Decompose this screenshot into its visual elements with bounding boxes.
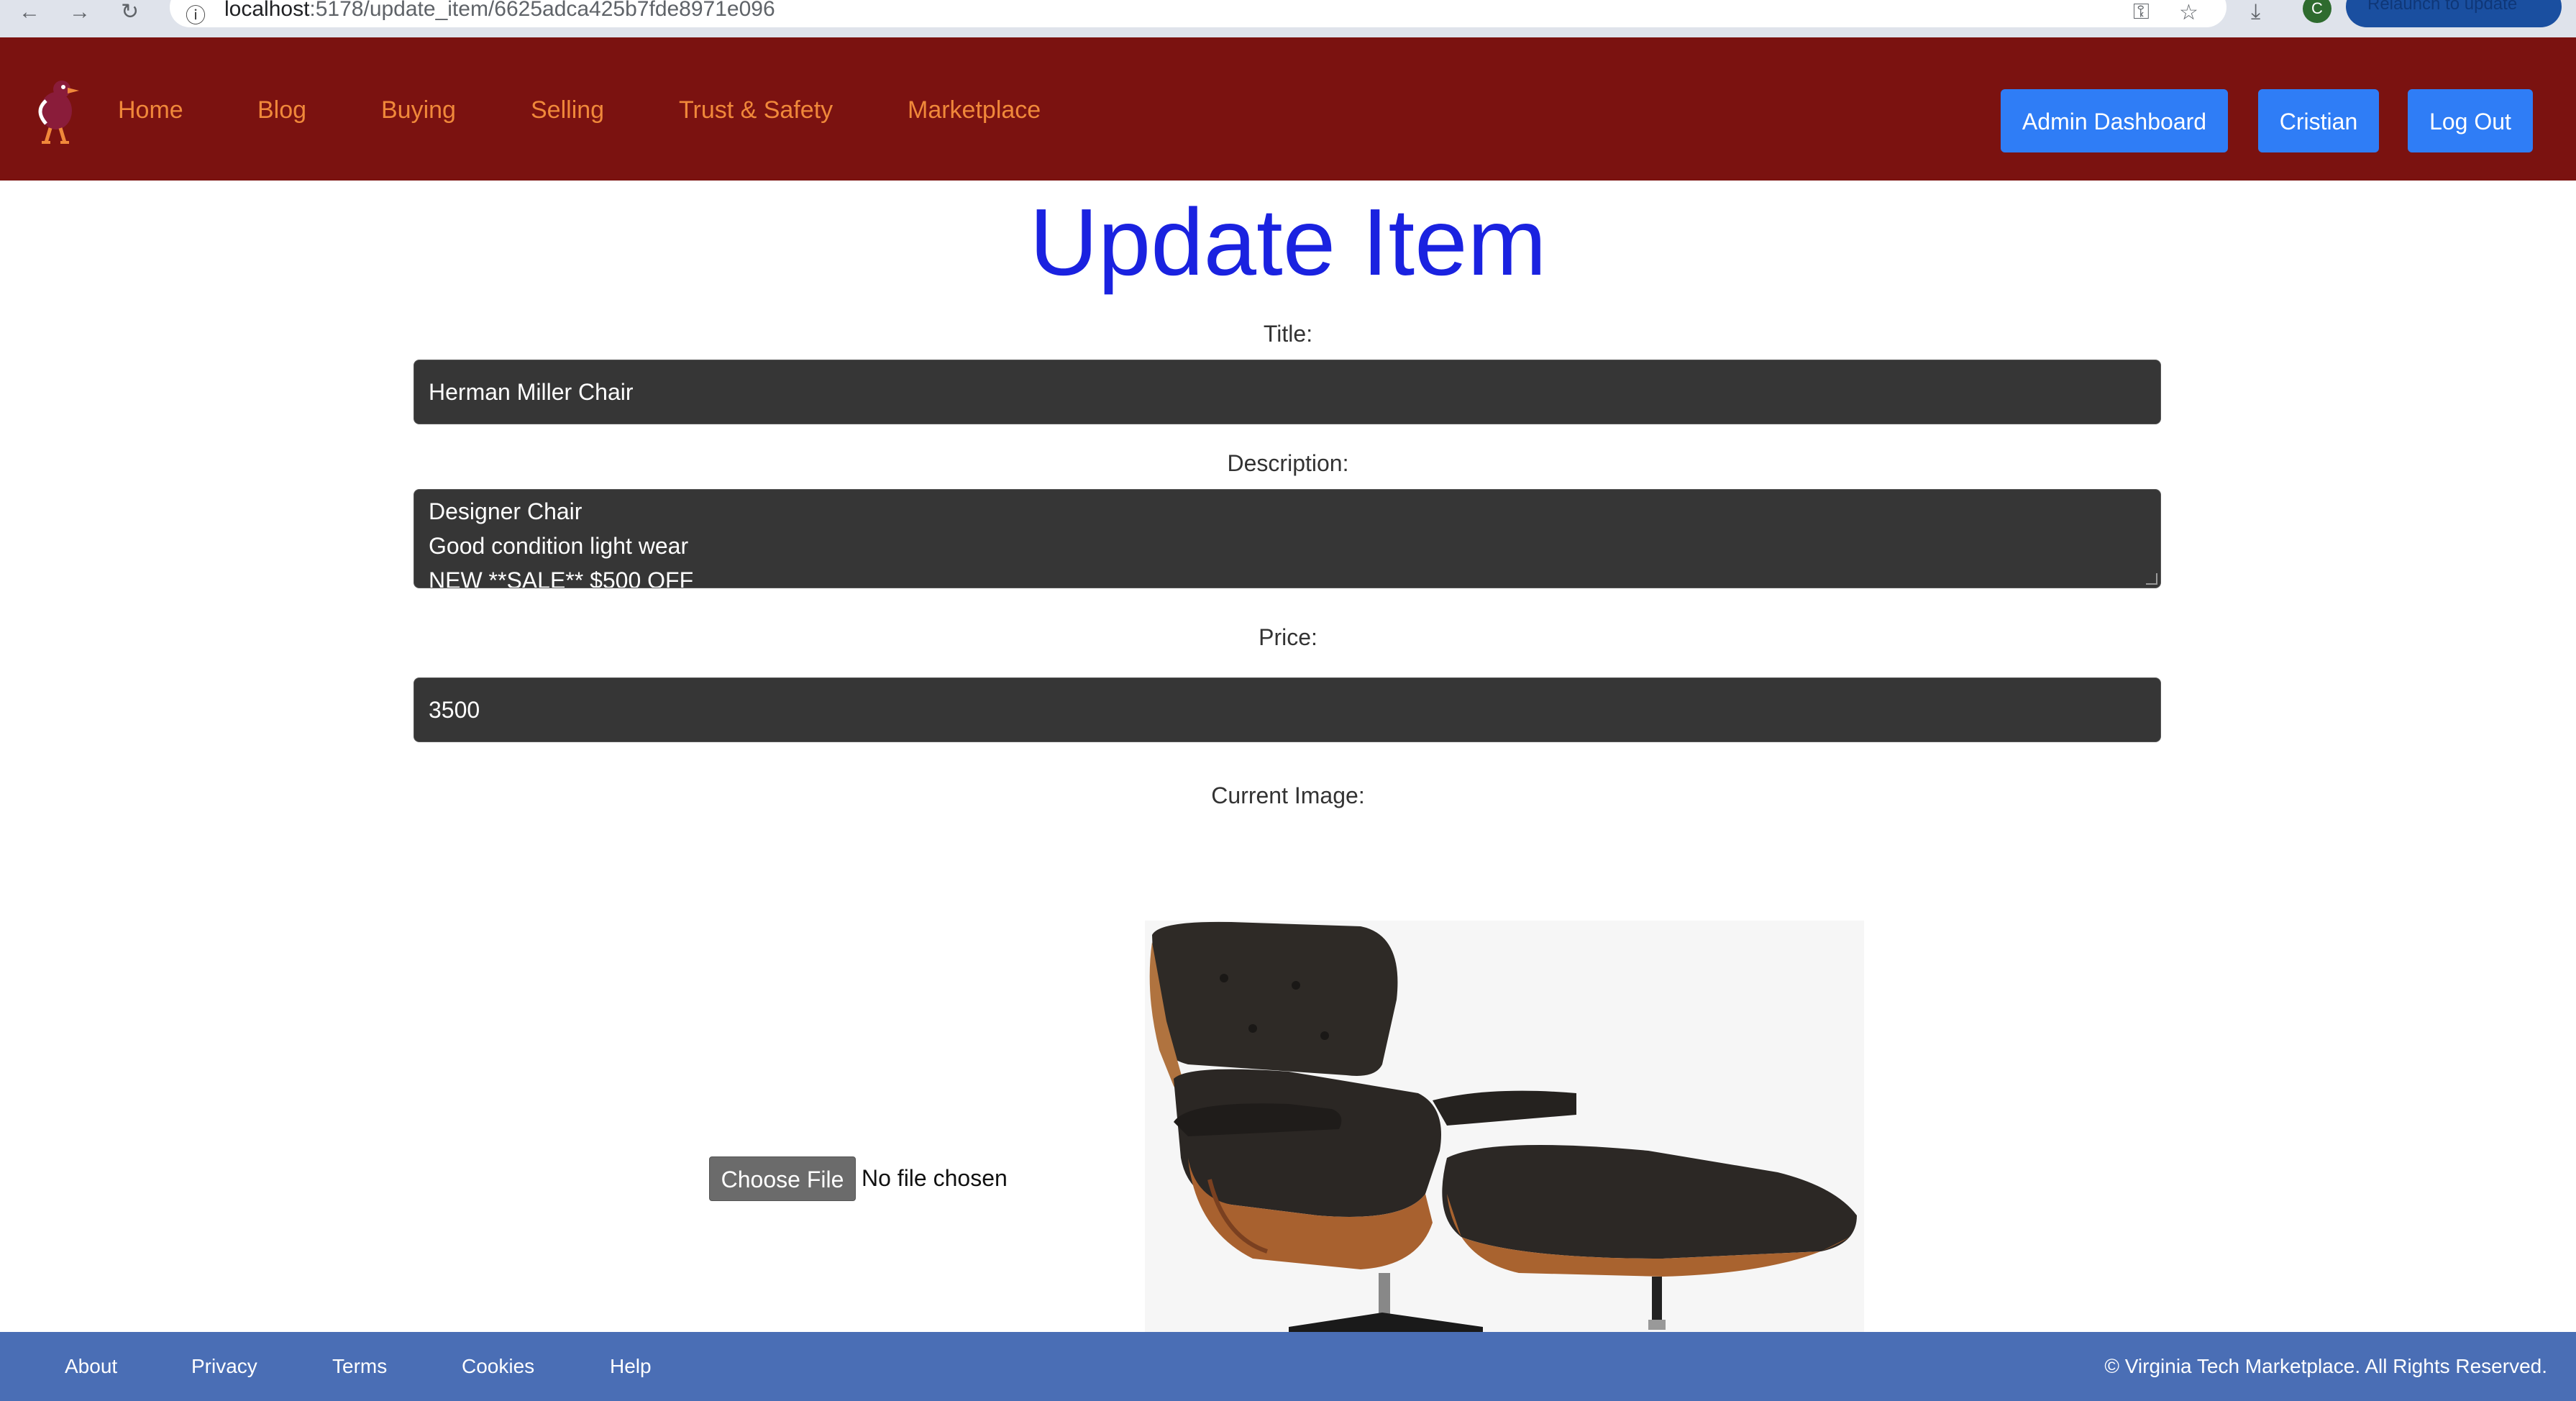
nav-selling[interactable]: Selling (531, 96, 604, 124)
relaunch-button[interactable]: Relaunch to update (2346, 0, 2562, 27)
site-header: Home Blog Buying Selling Trust & Safety … (0, 37, 2576, 181)
current-image-label: Current Image: (1211, 782, 1365, 808)
browser-toolbar: ← → ↻ ⓘ localhost:5178/update_item/6625a… (0, 0, 2576, 37)
copyright-text: © Virginia Tech Marketplace. All Rights … (2104, 1355, 2547, 1377)
nav-home[interactable]: Home (118, 96, 183, 124)
footer-link-privacy[interactable]: Privacy (191, 1355, 257, 1378)
download-icon[interactable]: ⤓ (2251, 0, 2260, 24)
resize-handle-icon[interactable] (2146, 573, 2157, 585)
price-input[interactable]: 3500 (414, 677, 2161, 742)
choose-file-button[interactable]: Choose File (709, 1156, 856, 1201)
description-label: Description: (1227, 450, 1349, 476)
nav-trust-safety[interactable]: Trust & Safety (679, 96, 833, 124)
site-info-icon[interactable]: ⓘ (186, 0, 206, 29)
description-line: Designer Chair (429, 498, 583, 524)
footer-link-terms[interactable]: Terms (332, 1355, 387, 1378)
title-label: Title: (1263, 321, 1313, 347)
profile-avatar[interactable]: C (2303, 0, 2331, 23)
site-footer: About Privacy Terms Cookies Help © Virgi… (0, 1332, 2576, 1401)
reload-icon[interactable]: ↻ (121, 1, 139, 23)
back-icon[interactable]: ← (19, 1, 40, 23)
file-status-text: No file chosen (862, 1165, 1008, 1191)
footer-link-cookies[interactable]: Cookies (462, 1355, 534, 1378)
nav-buying[interactable]: Buying (381, 96, 456, 124)
bookmark-star-icon[interactable]: ☆ (2179, 0, 2198, 25)
nav-blog[interactable]: Blog (257, 96, 306, 124)
hokiebird-logo-icon[interactable] (24, 72, 85, 147)
forward-icon[interactable]: → (69, 1, 91, 23)
title-input[interactable]: Herman Miller Chair (414, 360, 2161, 424)
address-bar[interactable]: ⓘ localhost:5178/update_item/6625adca425… (170, 0, 2226, 27)
nav-marketplace[interactable]: Marketplace (908, 96, 1041, 124)
description-line: Good condition light wear (429, 533, 689, 559)
url-text: localhost:5178/update_item/6625adca425b7… (224, 0, 775, 21)
current-item-image (1145, 921, 1864, 1332)
price-label: Price: (1259, 624, 1317, 650)
lounge-chair-image (1145, 921, 1864, 1332)
description-line: NEW **SALE** $500 OFF (429, 567, 694, 588)
password-key-icon[interactable]: ⚿ (2133, 0, 2150, 24)
logout-button[interactable]: Log Out (2408, 89, 2533, 152)
footer-link-about[interactable]: About (65, 1355, 117, 1378)
footer-link-help[interactable]: Help (610, 1355, 652, 1378)
page-title: Update Item (1029, 189, 1547, 295)
user-profile-button[interactable]: Cristian (2258, 89, 2379, 152)
admin-dashboard-button[interactable]: Admin Dashboard (2001, 89, 2228, 152)
description-textarea[interactable]: Designer Chair Good condition light wear… (414, 489, 2161, 588)
